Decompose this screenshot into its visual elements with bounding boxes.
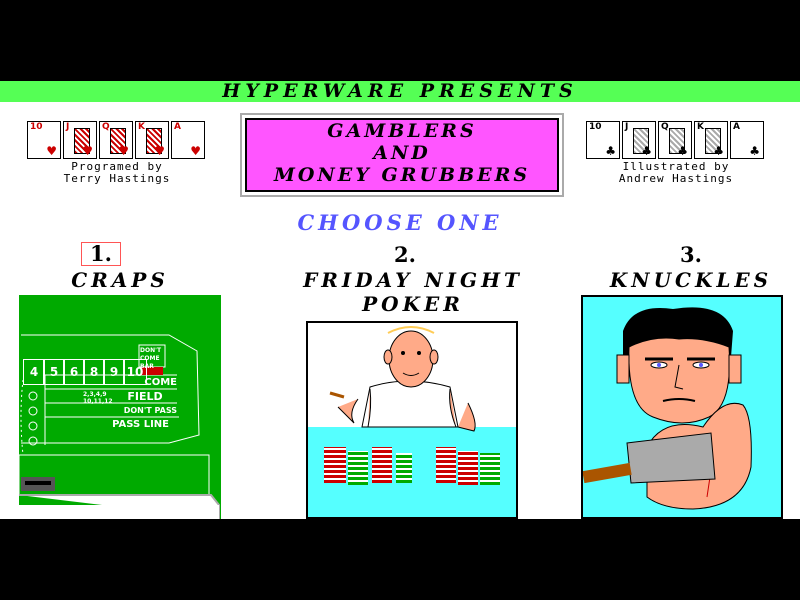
- playing-card: 10 ♣: [586, 121, 620, 159]
- left-card-fan: 10 ♥ J ♥ Q ♥ K ♥ A ♥: [27, 121, 207, 159]
- right-card-fan: 10 ♣ J ♣ Q ♣ K ♣ A ♣: [586, 121, 766, 159]
- knuckles-picture[interactable]: [581, 295, 783, 519]
- friday-night-poker-picture[interactable]: [306, 321, 518, 519]
- game-name-line: CRAPS: [71, 268, 169, 292]
- choose-prompt: CHOOSE ONE: [297, 210, 503, 235]
- illustrator-credit: Illustrated by Andrew Hastings: [586, 161, 766, 185]
- place-number-5: 5: [43, 359, 65, 385]
- pass-line-label: PASS LINE: [112, 419, 169, 430]
- game-option-3-name[interactable]: KNUCKLES: [590, 268, 792, 292]
- credit-name: Terry Hastings: [63, 172, 171, 185]
- game-name-line: POKER: [362, 292, 464, 316]
- poker-chip-stacks: [324, 447, 504, 487]
- craps-table-picture[interactable]: 4 5 6 8 9 10 DON'T COME BAR COME 2,3,4,9…: [19, 295, 221, 519]
- playing-card: Q ♥: [99, 121, 133, 159]
- playing-card: J ♣: [622, 121, 656, 159]
- game-option-3-number[interactable]: 3.: [680, 242, 702, 267]
- game-screen: HYPERWARE PRESENTS 10 ♥ J ♥ Q ♥ K ♥ A ♥ Progr…: [0, 81, 800, 519]
- place-number-4: 4: [23, 359, 45, 385]
- credit-name: Andrew Hastings: [618, 172, 734, 185]
- dont-come-bar-label: DON'T COME BAR: [140, 347, 162, 370]
- playing-card: Q ♣: [658, 121, 692, 159]
- dont-pass-label: DON'T PASS: [123, 406, 177, 415]
- playing-card: 10 ♥: [27, 121, 61, 159]
- presents-banner: HYPERWARE PRESENTS: [0, 81, 800, 102]
- poker-player-art: [308, 323, 516, 517]
- playing-card: A ♣: [730, 121, 764, 159]
- game-title-box: GAMBLERS AND MONEY GRUBBERS: [242, 115, 562, 195]
- playing-card: A ♥: [171, 121, 205, 159]
- game-option-2-name[interactable]: FRIDAY NIGHT POKER: [282, 268, 544, 316]
- game-name-line: KNUCKLES: [609, 268, 773, 292]
- field-label: FIELD: [127, 390, 163, 403]
- come-label: COME: [144, 377, 177, 388]
- game-option-1-name[interactable]: CRAPS: [20, 268, 220, 292]
- playing-card: J ♥: [63, 121, 97, 159]
- title-line: GAMBLERS: [327, 120, 477, 142]
- knuckles-fighter-art: [583, 297, 781, 517]
- field-numbers-label: 2,3,4,9 10,11,12: [83, 391, 113, 405]
- title-line: AND: [373, 142, 431, 164]
- game-option-2-number[interactable]: 2.: [394, 242, 416, 267]
- playing-card: K ♣: [694, 121, 728, 159]
- title-line: MONEY GRUBBERS: [273, 164, 531, 186]
- game-option-1-number[interactable]: 1.: [81, 242, 121, 266]
- programmer-credit: Programed by Terry Hastings: [27, 161, 207, 185]
- game-name-line: FRIDAY NIGHT: [303, 268, 523, 292]
- playing-card: K ♥: [135, 121, 169, 159]
